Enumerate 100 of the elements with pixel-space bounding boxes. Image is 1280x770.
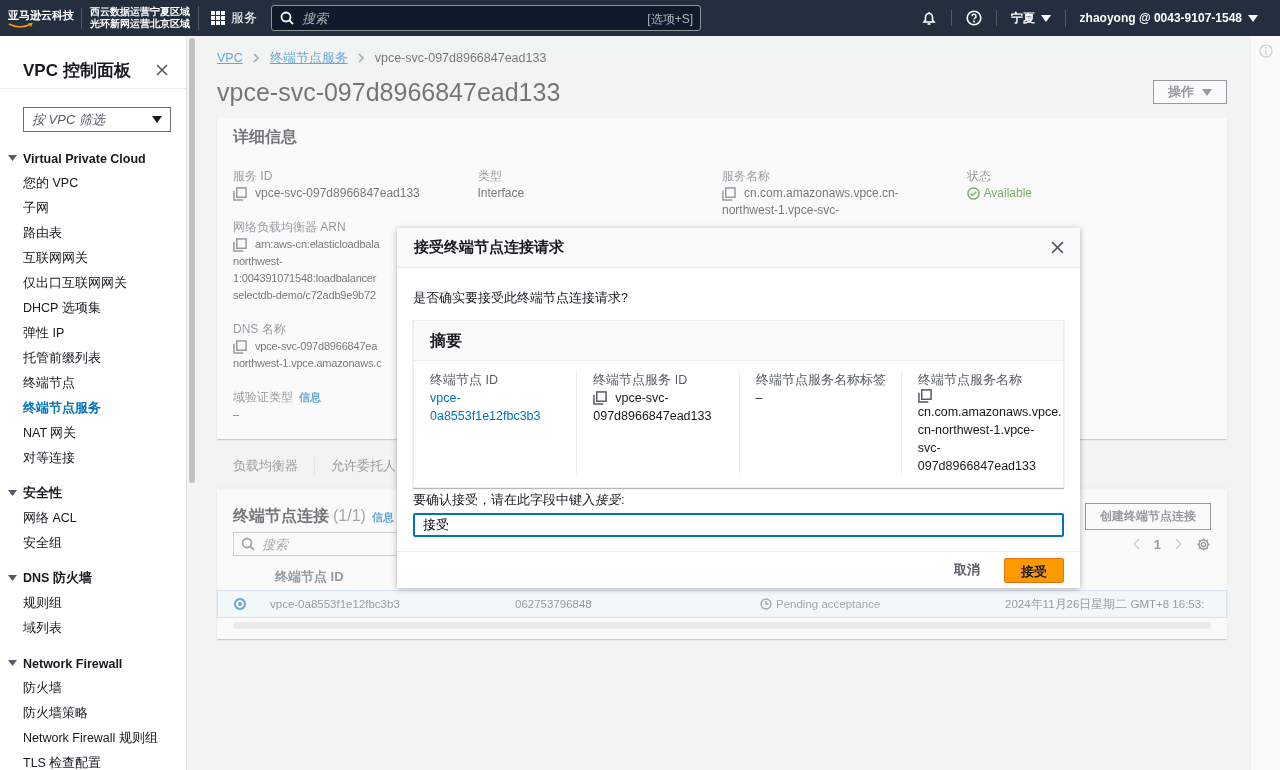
caret-icon [1202,88,1212,96]
services-menu[interactable]: 服务 [199,9,269,27]
sidebar-item[interactable]: TLS 检查配置 [0,751,186,770]
sidebar-item[interactable]: 子网 [0,196,186,221]
status-text: Available [966,185,1032,202]
check-circle-icon [966,187,980,200]
sidebar-item[interactable]: 弹性 IP [0,321,186,346]
status-text: Pending acceptance [760,598,881,610]
sidebar-item[interactable]: 防火墙 [0,676,186,701]
operator-text: 西云数据运营宁夏区域 [90,6,190,18]
confirm-label: 要确认接受，请在此字段中键入接受: [413,492,626,508]
info-icon[interactable] [1258,44,1273,58]
field-label: 状态 [966,169,991,183]
endpoint-link[interactable]: vpce- 0a8553f1e12fbc3b3 [430,389,541,425]
field-value: northwest-1.vpce-svc- [722,202,840,219]
sidebar-item[interactable]: NAT 网关 [0,421,186,446]
field-label: 域验证类型 [233,390,293,404]
summary-value: 097d8966847ead133 [593,408,712,425]
page-title: vpce-svc-097d8966847ead133 [217,77,561,107]
field-value: northwest- [233,254,283,269]
count-text: (1/1) [333,506,366,524]
field-label: 服务 ID [233,169,273,183]
field-value: cn.com.amazonaws.vpce.cn- [744,185,899,202]
question-text: 是否确实要接受此终端节点连接请求? [413,290,629,306]
sidebar-item[interactable]: DHCP 选项集 [0,296,186,321]
caret-icon [1248,14,1258,22]
close-icon[interactable] [156,64,168,76]
chevron-right-icon[interactable] [1175,538,1182,550]
summary-value: vpce-svc- [615,390,669,407]
sidebar-item[interactable]: 网络 ACL [0,506,186,531]
field-label: 类型 [477,169,502,183]
logo-text[interactable]: 亚马逊云科技 [8,7,74,23]
section-header[interactable]: Virtual Private Cloud [0,146,186,171]
field-value: vpce-svc-097d8966847ea [255,339,378,354]
field-value: 1:004391071548:loadbalancer [233,271,377,286]
smile-logo-icon [8,22,34,29]
shortcut-hint: [选项+S] [647,11,693,28]
sidebar-item[interactable]: 仅出口互联网网关 [0,271,186,296]
field-value: vpce-svc-097d8966847ead133 [255,185,420,202]
section-header[interactable]: 安全性 [0,481,186,506]
dialog-title: 接受终端节点连接请求 [414,238,564,257]
sidebar-item[interactable]: 防火墙策略 [0,701,186,726]
region-menu[interactable]: 宁夏 [996,9,1066,27]
sidebar-item[interactable]: 域列表 [0,616,186,641]
field-label: 服务名称 [722,169,770,183]
field-value: selectdb-demo/c72adb9e9b72 [233,288,376,303]
help-icon[interactable] [965,10,982,26]
settings-icon[interactable] [1196,536,1211,552]
chevron-left-icon[interactable] [1132,538,1140,550]
chevron-right-icon [252,53,260,63]
sidebar-item[interactable]: Network Firewall 规则组 [0,726,186,751]
summary-label: 终端节点服务名称标签 [755,372,886,389]
table-cell-text: 062753796848 [515,598,593,610]
summary-value: svc- [917,440,941,457]
field-label: 网络负载均衡器 ARN [233,220,346,234]
bell-icon[interactable] [920,10,937,26]
sidebar-item[interactable]: 路由表 [0,221,186,246]
search-icon [280,11,294,25]
account-menu[interactable]: zhaoyong @ 0043-9107-1548 [1065,11,1272,25]
field-value: – [233,407,239,422]
caret-icon [8,574,17,583]
copy-icon[interactable] [593,391,608,405]
sidebar-item[interactable]: 安全组 [0,531,186,556]
caret-icon [152,116,162,123]
caret-icon [8,659,17,668]
section-header[interactable]: DNS 防火墙 [0,566,186,591]
details-title: 详细信息 [231,127,298,146]
clock-icon [760,598,772,610]
confirm-input[interactable]: 接受 [413,513,1064,537]
breadcrumb-current: vpce-svc-097d8966847ead133 [374,51,547,65]
vpc-filter-dropdown[interactable]: 按 VPC 筛选 [23,107,171,132]
sidebar-item[interactable]: 规则组 [0,591,186,616]
summary-value: cn.com.amazonaws.vpce. [917,404,1062,421]
caret-icon [8,489,17,498]
field-value: arn:aws-cn:elasticloadbala [255,237,380,252]
sidebar-item[interactable]: 托管前缀列表 [0,346,186,371]
sidebar-item[interactable]: 终端节点服务 [0,396,186,421]
chevron-right-icon [357,53,365,63]
summary-value: – [755,390,763,407]
sidebar-title: VPC 控制面板 [23,59,131,82]
copy-icon[interactable] [917,389,932,403]
sidebar-item[interactable]: 对等连接 [0,446,186,471]
sidebar-item[interactable]: 终端节点 [0,371,186,396]
caret-icon [8,154,17,163]
section-header[interactable]: Network Firewall [0,651,186,676]
row-radio[interactable] [234,598,246,610]
sidebar-item[interactable]: 您的 VPC [0,171,186,196]
sidebar-item[interactable]: 互联网网关 [0,246,186,271]
accept-button[interactable]: 接受 [1004,557,1064,583]
caret-icon [1040,14,1051,22]
cancel-button[interactable]: 取消 [934,557,1000,583]
field-value: northwest-1.vpce.amazonaws.c [233,356,382,371]
section-title: 终端节点连接 [233,506,329,524]
field-value: Interface [477,185,525,202]
search-icon [241,537,255,551]
summary-label: 终端节点服务名称 [917,372,1022,389]
table-cell-text: 2024年11月26日星期二 GMT+8 16:53: [1005,596,1206,612]
close-button[interactable] [1051,241,1064,254]
grid-icon [211,11,225,25]
summary-title: 摘要 [414,321,1063,361]
